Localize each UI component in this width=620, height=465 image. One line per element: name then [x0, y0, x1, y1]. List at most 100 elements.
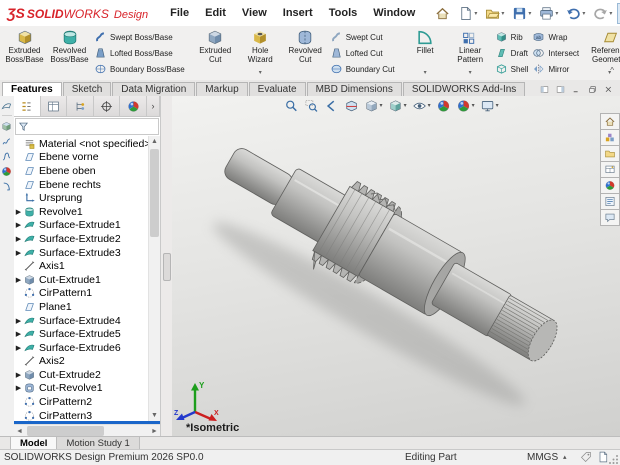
edit-appearance-button[interactable] [434, 97, 454, 114]
scroll-up-icon[interactable]: ▲ [149, 136, 160, 147]
fillet-button[interactable]: Fillet▾ [403, 27, 448, 79]
expand-arrow-icon[interactable]: ▶ [14, 371, 23, 379]
tree-item-ursprung[interactable]: Ursprung [14, 191, 148, 205]
tree-vertical-scrollbar[interactable]: ▲ ▼ [148, 136, 160, 421]
spline-tool-button[interactable] [1, 149, 13, 162]
convert-entities-button[interactable] [1, 179, 13, 192]
dimxpert-manager-tab[interactable] [94, 96, 121, 116]
swept-boss-button[interactable]: Swept Boss/Base [94, 31, 185, 43]
tab-solidworks-add-ins[interactable]: SOLIDWORKS Add-Ins [403, 82, 525, 96]
expand-arrow-icon[interactable]: ▶ [14, 384, 23, 392]
design-library-tab[interactable] [600, 129, 620, 146]
boundary-boss-button[interactable]: Boundary Boss/Base [94, 63, 185, 75]
tree-item-axis1[interactable]: Axis1 [14, 259, 148, 273]
expand-arrow-icon[interactable]: ▶ [14, 235, 23, 243]
print-button[interactable]: ▾ [536, 3, 561, 24]
doc-restore-button[interactable] [584, 85, 600, 96]
tree-item-surface-extrude6[interactable]: ▶Surface-Extrude6 [14, 341, 148, 355]
taskpane-home-tab[interactable] [600, 113, 620, 130]
menu-edit[interactable]: Edit [197, 1, 234, 26]
tree-item-cut-extrude2[interactable]: ▶Cut-Extrude2 [14, 368, 148, 382]
tab-markup[interactable]: Markup [196, 82, 247, 96]
scroll-right-icon[interactable]: ► [149, 428, 160, 435]
forum-tab[interactable] [600, 209, 620, 226]
scroll-down-icon[interactable]: ▼ [149, 410, 160, 421]
swept-cut-button[interactable]: Swept Cut [330, 31, 395, 43]
tree-item-axis2[interactable]: Axis2 [14, 355, 148, 369]
shaft-gear-model[interactable] [172, 96, 620, 437]
section-view-button[interactable] [342, 97, 362, 114]
lofted-cut-button[interactable]: Lofted Cut [330, 47, 395, 59]
mirror-button[interactable]: Mirror [532, 63, 579, 75]
hscroll-thumb[interactable] [27, 426, 104, 436]
dropdown-caret-icon[interactable]: ▾ [528, 10, 531, 17]
dropdown-caret-icon[interactable]: ▾ [555, 10, 558, 17]
intersect-button[interactable]: Intersect [532, 47, 579, 59]
vscroll-thumb[interactable] [150, 149, 159, 237]
dropdown-caret-icon[interactable]: ▾ [259, 70, 262, 77]
view-settings-button[interactable]: ▾ [478, 97, 502, 114]
pin-menu-icon[interactable] [424, 10, 430, 16]
tree-item-material-not-specified-[interactable]: Material <not specified> [14, 137, 148, 151]
tab-mbd-dimensions[interactable]: MBD Dimensions [307, 82, 402, 96]
tag-icon[interactable] [580, 451, 592, 463]
tree-item-plane1[interactable]: Plane1 [14, 300, 148, 314]
linear-pattern-button[interactable]: LinearPattern▾ [448, 27, 493, 79]
expand-arrow-icon[interactable]: ▶ [14, 330, 23, 338]
vscroll-track[interactable] [149, 147, 160, 410]
reference-geometry-button[interactable]: ReferenceGeometry▾ [587, 27, 620, 79]
open-button[interactable]: ▾ [482, 3, 507, 24]
lofted-boss-button[interactable]: Lofted Boss/Base [94, 47, 185, 59]
apply-scene-button[interactable]: ▾ [454, 97, 478, 114]
dropdown-caret-icon[interactable]: ▾ [609, 10, 612, 17]
units-caret-icon[interactable]: ▴ [563, 451, 567, 464]
expand-arrow-icon[interactable]: ▶ [14, 317, 23, 325]
tree-item-surface-extrude4[interactable]: ▶Surface-Extrude4 [14, 314, 148, 328]
surface-tool-button[interactable] [1, 99, 13, 112]
expand-arrow-icon[interactable]: ▶ [14, 208, 23, 216]
tree-item-cirpattern2[interactable]: CirPattern2 [14, 395, 148, 409]
view-palette-tab[interactable] [600, 161, 620, 178]
appearances-scenes-tab[interactable] [600, 177, 620, 194]
menu-window[interactable]: Window [365, 1, 423, 26]
resize-grip[interactable] [609, 454, 619, 464]
graphics-viewport[interactable]: ▾▾▾▾▾ Y X Z *Isometric [172, 96, 620, 437]
extrude-tool-button[interactable] [1, 119, 13, 132]
property-manager-tab[interactable] [41, 96, 68, 116]
configuration-manager-tab[interactable] [67, 96, 94, 116]
expand-arrow-icon[interactable]: ▶ [14, 221, 23, 229]
splitter-handle[interactable] [163, 253, 171, 281]
tree-item-cut-revolve1[interactable]: ▶Cut-Revolve1 [14, 382, 148, 396]
ribbon-collapse-button[interactable]: ^ [610, 66, 614, 75]
save-button[interactable]: ▾ [509, 3, 534, 24]
tree-item-surface-extrude1[interactable]: ▶Surface-Extrude1 [14, 219, 148, 233]
scroll-left-icon[interactable]: ◄ [14, 428, 25, 435]
tree-item-cirpattern3[interactable]: CirPattern3 [14, 409, 148, 421]
wrap-button[interactable]: abWrap [532, 31, 579, 43]
extruded-boss-button[interactable]: ExtrudedBoss/Base [2, 27, 47, 79]
boundary-cut-button[interactable]: Boundary Cut [330, 63, 395, 75]
sketch-tool-button[interactable] [1, 134, 13, 147]
dropdown-caret-icon[interactable]: ▾ [501, 10, 504, 17]
feature-manager-tabs-more[interactable]: › [147, 96, 160, 116]
dropdown-caret-icon[interactable]: ▾ [428, 102, 431, 109]
dropdown-caret-icon[interactable]: ▾ [474, 10, 477, 17]
revolved-boss-button[interactable]: RevolvedBoss/Base [47, 27, 92, 79]
tab-evaluate[interactable]: Evaluate [249, 82, 306, 96]
sheet-icon[interactable] [597, 451, 609, 463]
zoom-fit-button[interactable] [282, 97, 302, 114]
draft-button[interactable]: Draft [495, 47, 529, 59]
new-doc-button[interactable]: ▾ [455, 3, 480, 24]
zoom-area-button[interactable] [302, 97, 322, 114]
tree-item-surface-extrude2[interactable]: ▶Surface-Extrude2 [14, 232, 148, 246]
tree-item-ebene-rechts[interactable]: Ebene rechts [14, 178, 148, 192]
tree-item-cirpattern1[interactable]: CirPattern1 [14, 287, 148, 301]
revolved-cut-button[interactable]: RevolvedCut [283, 27, 328, 79]
extruded-cut-button[interactable]: ExtrudedCut [193, 27, 238, 79]
redo-button[interactable]: ▾ [590, 3, 615, 24]
tab-features[interactable]: Features [2, 82, 62, 96]
appearance-tool-button[interactable] [1, 164, 13, 177]
hide-show-items-button[interactable]: ▾ [410, 97, 434, 114]
dropdown-caret-icon[interactable]: ▾ [469, 70, 472, 77]
tree-item-revolve1[interactable]: ▶Revolve1 [14, 205, 148, 219]
